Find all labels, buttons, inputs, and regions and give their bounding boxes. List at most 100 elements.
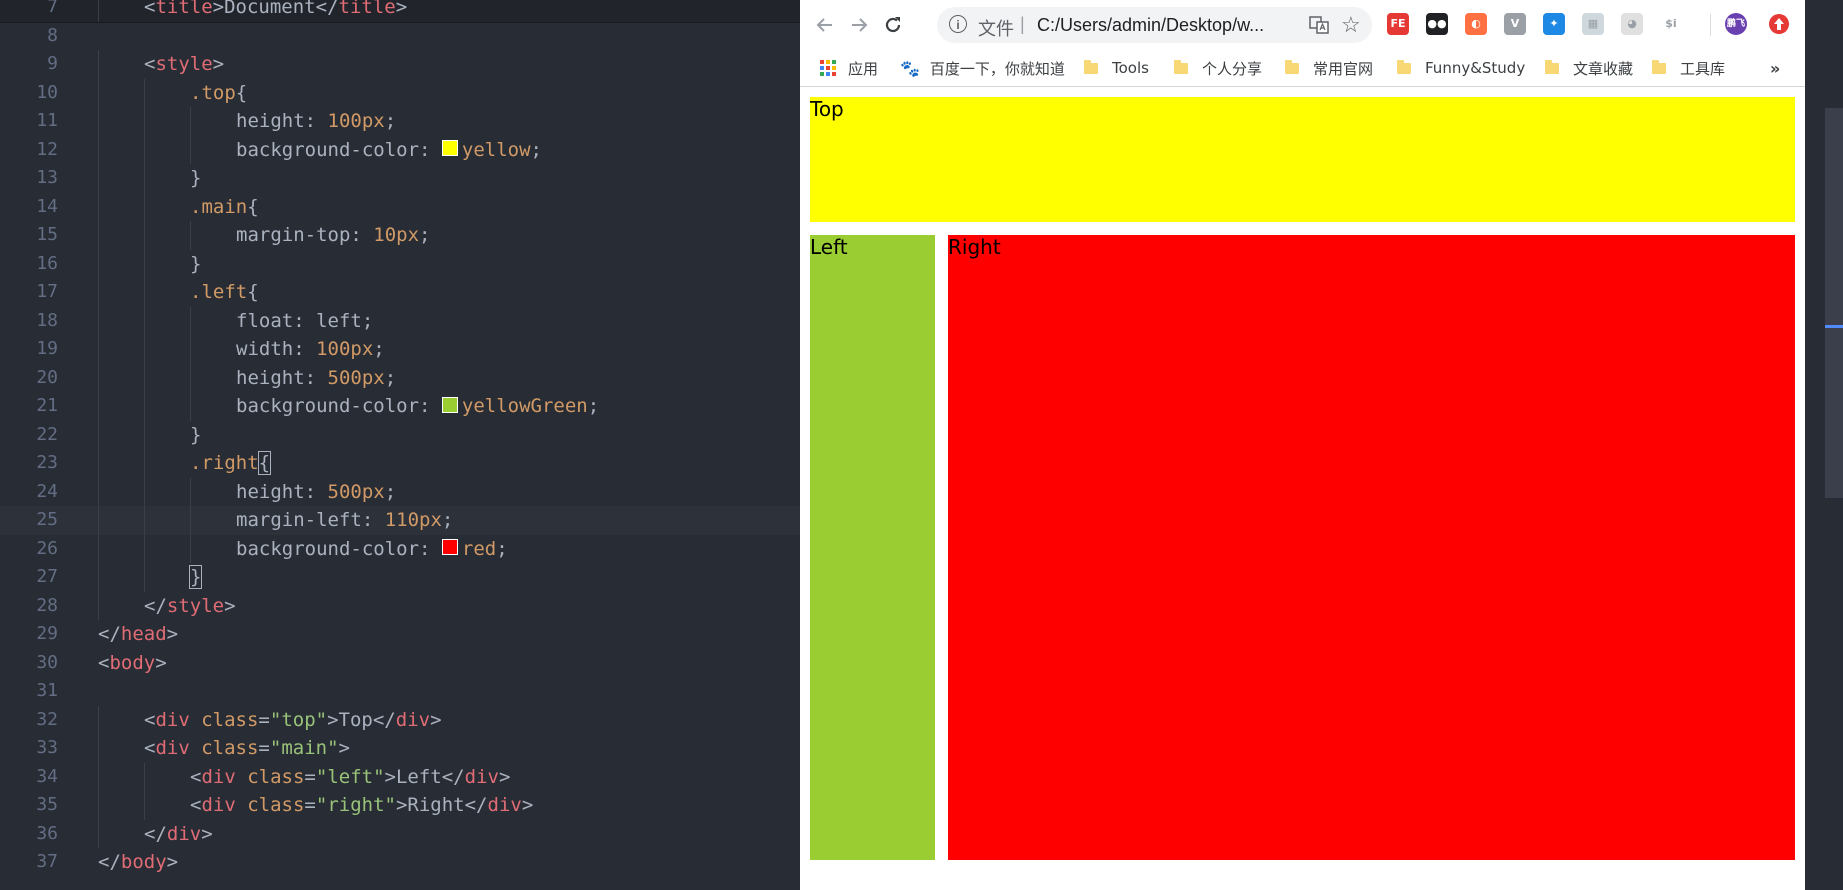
code-line[interactable]: 8 xyxy=(0,22,800,51)
color-swatch[interactable] xyxy=(441,539,458,555)
code-line[interactable]: 19 width: 100px; xyxy=(0,335,800,364)
code-token: > xyxy=(166,851,179,873)
code-line[interactable]: 21 background-color: yellowGreen; xyxy=(0,392,800,421)
code-line[interactable]: 13} xyxy=(0,164,800,193)
bookmark-article-favorites[interactable]: 文章收藏 xyxy=(1545,56,1633,80)
code-line[interactable]: 18 float: left; xyxy=(0,306,800,335)
code-line[interactable]: 35 <div class="right">Right</div> xyxy=(0,791,800,820)
extension-icon-label: $i xyxy=(1665,17,1677,30)
code-line[interactable]: 15 margin-top: 10px; xyxy=(0,221,800,250)
line-number: 14 xyxy=(36,195,58,217)
code-line[interactable]: 33 <div class="main"> xyxy=(0,734,800,763)
bookmark-apps[interactable]: 应用 xyxy=(820,56,878,80)
code-token: 100px xyxy=(327,110,385,132)
apps-grid-icon xyxy=(820,60,836,76)
code-token: "left" xyxy=(315,765,385,788)
code-line[interactable]: 24 height: 500px; xyxy=(0,477,800,506)
code-line[interactable]: 9 <style> xyxy=(0,50,800,79)
site-info-icon[interactable]: i xyxy=(949,15,967,33)
code-editor[interactable]: 7 <title>Document</title> 8 9 <style> 10 .top{… xyxy=(0,0,800,890)
vue-devtools-icon[interactable]: V xyxy=(1504,13,1526,35)
indent-guide xyxy=(144,363,145,392)
code-text: background-color: yellow; xyxy=(236,136,542,165)
code-line[interactable]: 23 .right{ xyxy=(0,449,800,478)
color-swatch[interactable] xyxy=(441,140,458,156)
address-url-text[interactable]: C:/Users/admin/Desktop/w... xyxy=(1037,15,1277,36)
code-line[interactable]: 22} xyxy=(0,420,800,449)
code-line[interactable]: 32 <div class="top">Top</div> xyxy=(0,705,800,734)
code-token: class xyxy=(235,765,305,788)
profile-avatar-label: 鹏飞 xyxy=(1726,19,1745,29)
code-text: } xyxy=(188,563,203,592)
code-line[interactable]: 30 <body> xyxy=(0,649,800,678)
bookmark-toolbox[interactable]: 工具库 xyxy=(1652,56,1725,80)
more-bookmarks-chevron-icon[interactable]: » xyxy=(1770,56,1780,80)
code-line[interactable]: 31 xyxy=(0,677,800,706)
code-token: } xyxy=(190,252,202,275)
code-line[interactable]: 37 </body> xyxy=(0,848,800,877)
indent-guide xyxy=(144,420,145,449)
code-line[interactable]: 20 height: 500px; xyxy=(0,363,800,392)
blue-circle-extension-icon[interactable]: ✦ xyxy=(1543,13,1565,35)
code-line[interactable]: 11 height: 100px; xyxy=(0,107,800,136)
bookmark-personal-share[interactable]: 个人分享 xyxy=(1174,56,1262,80)
bookmark-baidu[interactable]: 🐾 百度一下，你就知道 xyxy=(900,56,1065,80)
code-line[interactable]: 12 background-color: yellow; xyxy=(0,135,800,165)
indent-guide xyxy=(144,477,145,506)
firefox-like-icon[interactable]: ◐ xyxy=(1465,13,1487,35)
code-token: class xyxy=(189,708,259,731)
color-swatch[interactable] xyxy=(441,396,458,413)
code-line[interactable]: 14 .main{ xyxy=(0,192,800,221)
line-number: 11 xyxy=(36,110,58,131)
code-line[interactable]: 7 <title>Document</title> xyxy=(0,0,800,22)
code-line[interactable]: 36 </div> xyxy=(0,819,800,848)
code-token: body xyxy=(120,851,167,873)
code-line[interactable]: 16} xyxy=(0,249,800,278)
line-number: 25 xyxy=(36,509,58,530)
code-line[interactable]: 27} xyxy=(0,563,800,592)
code-token: "right" xyxy=(315,794,396,816)
dollar-i-extension-icon[interactable]: $i xyxy=(1660,13,1682,35)
indent-guide xyxy=(98,363,99,392)
code-token: } xyxy=(190,167,202,189)
indent-guide xyxy=(98,221,99,250)
address-bar[interactable]: i 文件 | C:/Users/admin/Desktop/w... ☆ xyxy=(937,7,1372,43)
reload-button[interactable] xyxy=(878,10,908,40)
tampermonkey-icon[interactable]: ●● xyxy=(1426,13,1448,35)
profile-avatar[interactable]: 鹏飞 xyxy=(1725,13,1747,35)
update-icon[interactable] xyxy=(1768,13,1790,35)
bookmark-tools[interactable]: Tools xyxy=(1084,56,1149,80)
back-button[interactable] xyxy=(810,10,840,40)
code-lines[interactable]: 7 <title>Document</title> 8 9 <style> 10 .top{… xyxy=(0,0,800,877)
panda-extension-icon[interactable]: ◕ xyxy=(1621,13,1643,35)
indent-guide xyxy=(98,563,99,592)
bookmark-official-sites[interactable]: 常用官网 xyxy=(1285,56,1373,80)
folder-icon xyxy=(1545,59,1559,74)
code-line[interactable]: 28 </style> xyxy=(0,591,800,620)
forward-button[interactable] xyxy=(844,10,874,40)
fe-extension-icon[interactable]: FE xyxy=(1387,13,1409,35)
code-line[interactable]: 10 .top{ xyxy=(0,78,800,107)
indent-guide xyxy=(98,164,99,193)
code-line[interactable]: 25 margin-left: 110px; xyxy=(0,506,800,535)
code-text: <title>Document</title> xyxy=(144,0,407,22)
code-line[interactable]: 34 <div class="left">Left</div> xyxy=(0,762,800,791)
extension-icon-label: ◐ xyxy=(1471,17,1481,30)
translate-icon[interactable] xyxy=(1309,15,1329,35)
browser-toolbar: i 文件 | C:/Users/admin/Desktop/w... ☆ FE ●… xyxy=(800,0,1805,50)
code-token: </ xyxy=(98,851,121,873)
bookmark-star-icon[interactable]: ☆ xyxy=(1341,12,1361,38)
indent-guide xyxy=(190,506,191,535)
indent-guide xyxy=(144,249,145,278)
code-token: div xyxy=(201,794,236,816)
code-line[interactable]: 29 </head> xyxy=(0,620,800,649)
code-line[interactable]: 26 background-color: red; xyxy=(0,534,800,563)
code-token: = xyxy=(258,737,270,759)
code-line[interactable]: 17 .left{ xyxy=(0,278,800,307)
bookmark-funny-study[interactable]: Funny&Study xyxy=(1397,56,1525,80)
line-number: 29 xyxy=(36,623,58,644)
code-text: </head> xyxy=(98,620,178,649)
code-token: red xyxy=(461,537,497,560)
editor-scrollbar[interactable] xyxy=(1825,108,1843,498)
gray-extension-icon[interactable]: ▦ xyxy=(1582,13,1604,35)
